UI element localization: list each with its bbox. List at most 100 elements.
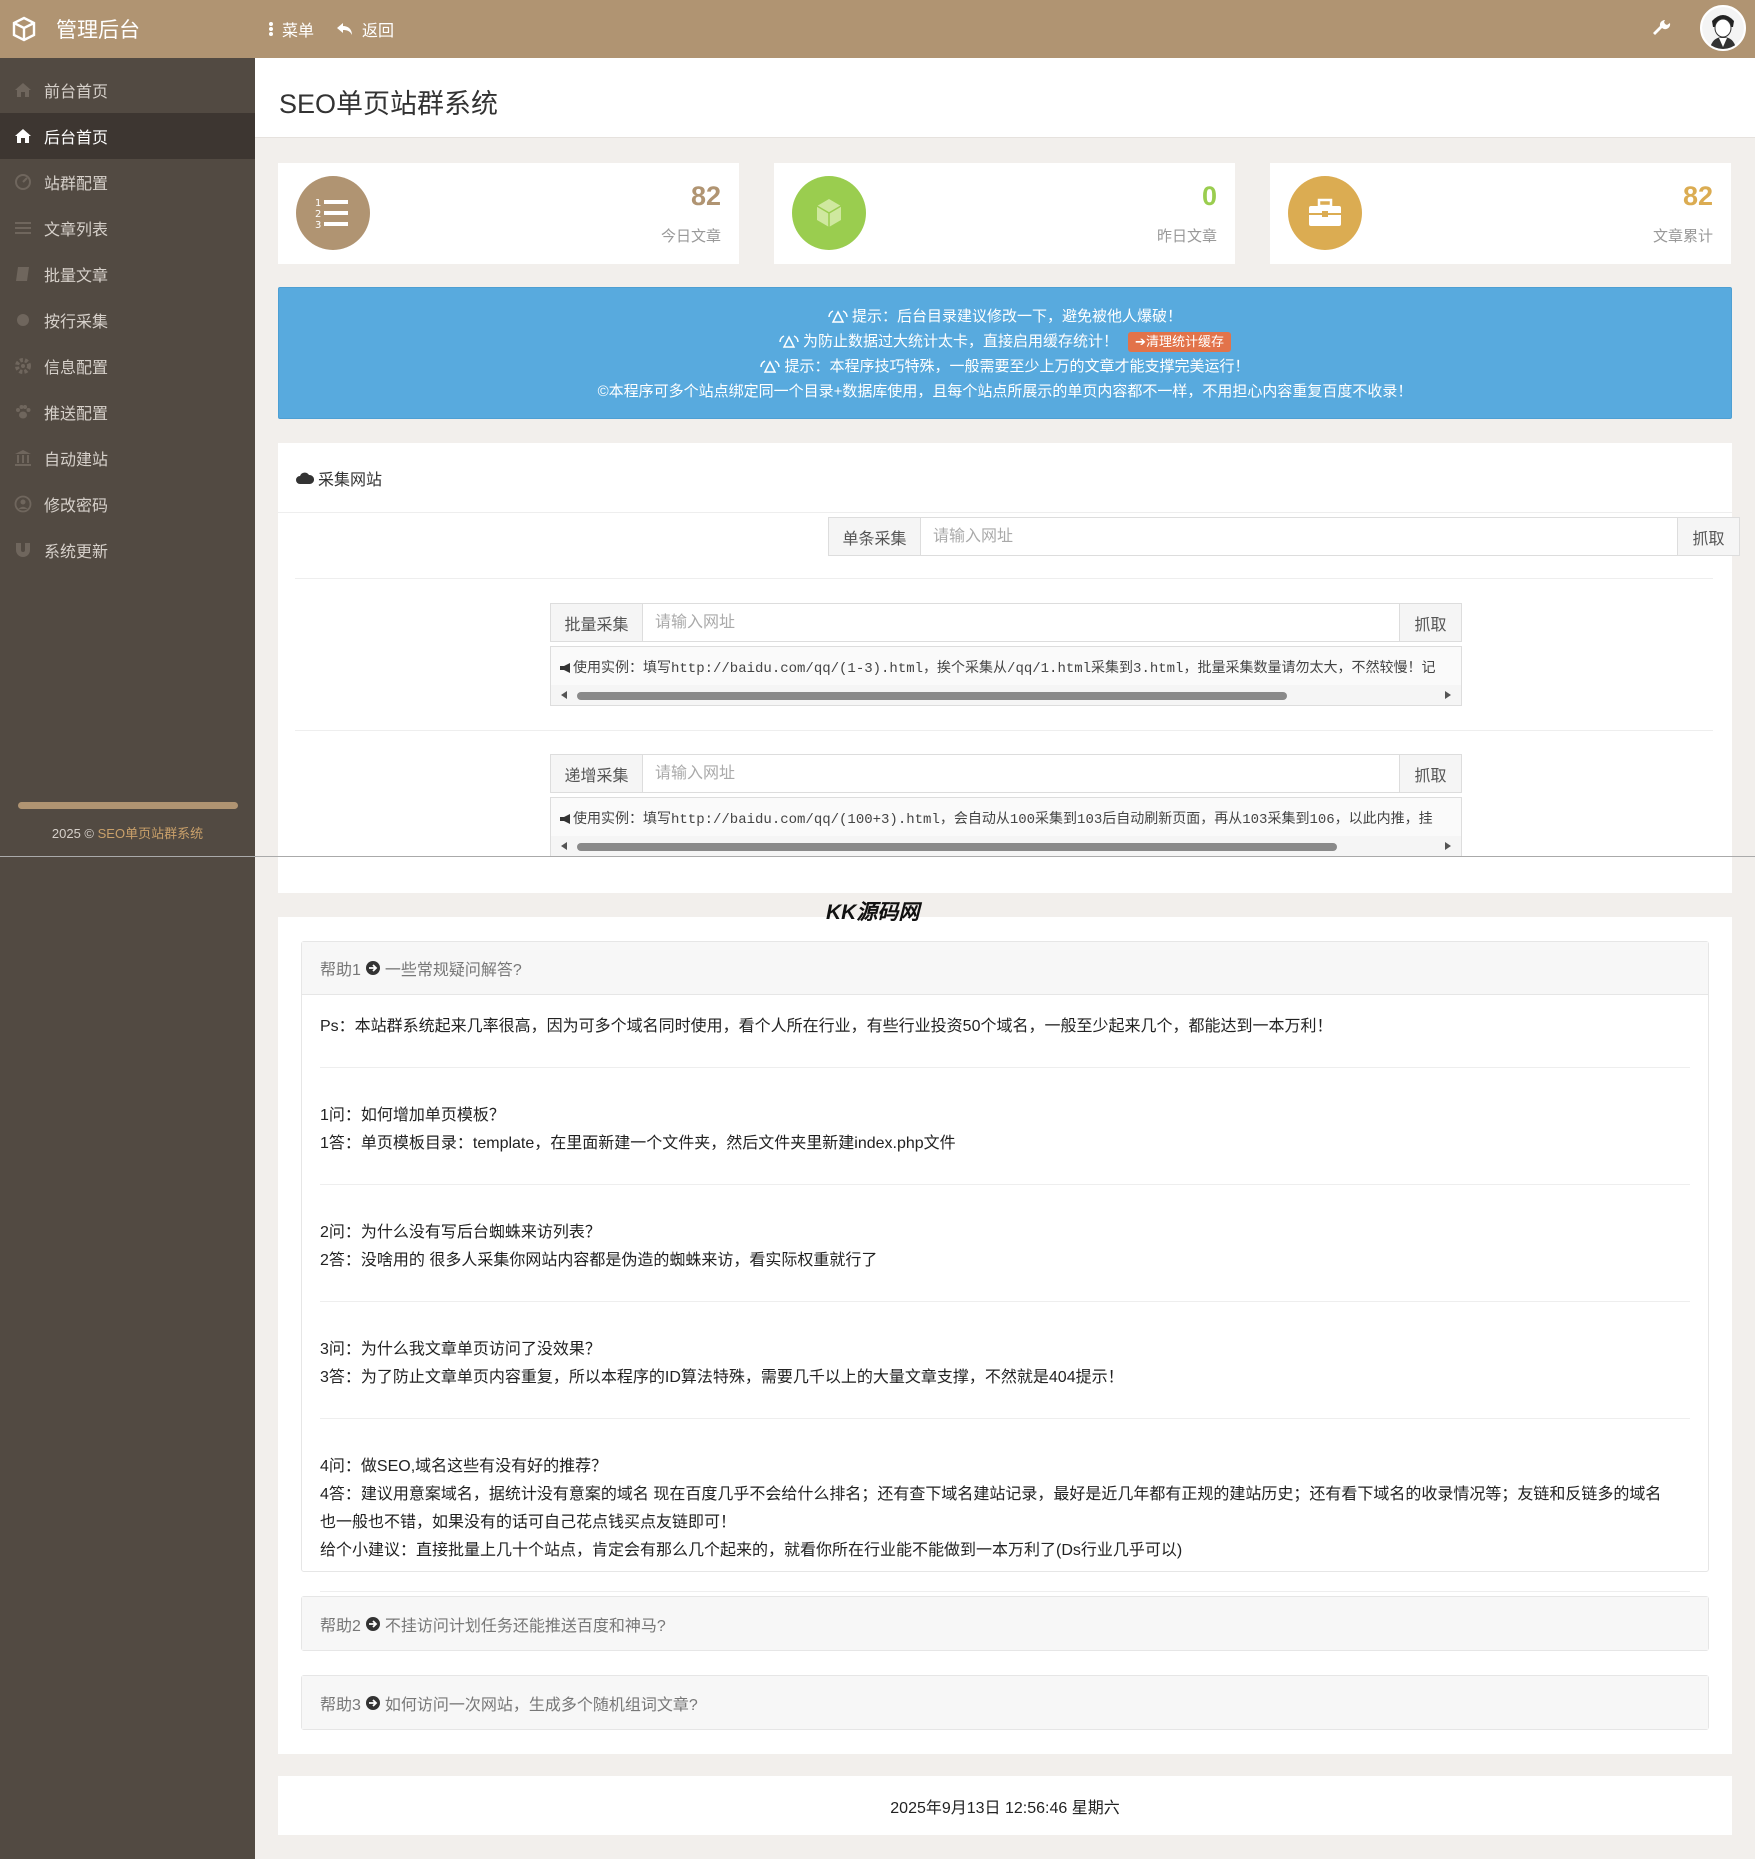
sidebar-item-label: 后台首页 — [44, 130, 109, 147]
sidebar-item-line-collect[interactable]: 按行采集 — [0, 297, 255, 343]
help-2-prefix: 帮助2 — [320, 1617, 361, 1635]
incremental-example-text: 使用实例：填写http://baidu.com/qq/(100+3).html，… — [573, 812, 1433, 828]
sidebar-item-label: 系统更新 — [44, 544, 109, 561]
help-1-header[interactable]: 帮助1 一些常规疑问解答? — [302, 942, 1708, 995]
warning-icon — [779, 334, 799, 350]
scrollbar-thumb[interactable] — [577, 692, 1287, 700]
menu-toggle-button[interactable]: 菜单 — [268, 17, 314, 41]
brand-title: 管理后台 — [56, 19, 140, 42]
help-accordion-1: 帮助1 一些常规疑问解答? Ps：本站群系统起来几率很高，因为可多个域名同时使用… — [301, 941, 1709, 1592]
book-icon — [14, 265, 32, 283]
stat-label: 今日文章 — [660, 228, 721, 245]
page-header: SEO单页站群系统 — [255, 58, 1755, 138]
single-collect-label: 单条采集 — [829, 518, 921, 555]
incremental-collect-url-input[interactable] — [643, 755, 1399, 792]
sidebar-item-label: 修改密码 — [44, 498, 109, 515]
notice-line-4: ©本程序可多个站点绑定同一个目录+数据库使用，且每个站点所展示的单页内容都不一样… — [597, 383, 1413, 400]
menu-label: 菜单 — [282, 23, 315, 40]
help-2-title: 不挂访问计划任务还能推送百度和神马? — [384, 1617, 666, 1635]
sidebar-item-info-config[interactable]: 信息配置 — [0, 343, 255, 389]
avatar[interactable] — [1700, 5, 1746, 51]
sidebar-item-label: 文章列表 — [44, 222, 109, 239]
back-button[interactable]: 返回 — [336, 17, 394, 41]
divider — [295, 730, 1713, 731]
sidebar-item-label: 信息配置 — [44, 360, 109, 377]
qa-block: 3问：为什么我文章单页访问了没效果？ 3答：为了防止文章单页内容重复，所以本程序… — [320, 1336, 1690, 1419]
scrollbar-thumb[interactable] — [577, 843, 1337, 851]
single-collect-group: 单条采集 抓取 — [828, 517, 1740, 556]
qa-block: 1问：如何增加单页模板？ 1答：单页模板目录：template，在里面新建一个文… — [320, 1102, 1690, 1185]
help-2-header[interactable]: 帮助2 不挂访问计划任务还能推送百度和神马? — [302, 1597, 1708, 1650]
help-1-body: Ps：本站群系统起来几率很高，因为可多个域名同时使用，看个人所在行业，有些行业投… — [302, 995, 1708, 1592]
notice-line-1: 提示：后台目录建议修改一下，避免被他人爆破！ — [851, 308, 1182, 325]
horizontal-scrollbar[interactable] — [551, 685, 1461, 705]
scroll-right-icon[interactable] — [1443, 690, 1453, 700]
stat-value: 82 — [690, 181, 721, 211]
qa-question: 1问：如何增加单页模板？ — [320, 1107, 505, 1124]
sidebar-item-auto-build[interactable]: 自动建站 — [0, 435, 255, 481]
megaphone-icon — [559, 662, 573, 674]
stat-card-yesterday: 0 昨日文章 — [774, 163, 1235, 264]
paw-icon — [14, 403, 32, 421]
scroll-right-icon[interactable] — [1443, 841, 1453, 851]
stat-value: 0 — [1201, 181, 1217, 211]
brand[interactable]: 管理后台 — [10, 0, 140, 58]
notice-alert: 提示：后台目录建议修改一下，避免被他人爆破！ 为防止数据过大统计太卡，直接启用缓… — [278, 287, 1732, 419]
sidebar-item-article-list[interactable]: 文章列表 — [0, 205, 255, 251]
user-circle-icon — [14, 495, 32, 513]
menu-dots-icon — [268, 21, 274, 37]
stat-label: 文章累计 — [1652, 228, 1713, 245]
sidebar-item-admin-home[interactable]: 后台首页 — [0, 113, 255, 159]
stat-card-total: 82 文章累计 — [1270, 163, 1731, 264]
svg-text:2: 2 — [315, 209, 321, 220]
cube-logo-icon — [10, 15, 38, 43]
qa-answer: 4答：建议用意案域名，据统计没有意案的域名 现在百度几乎不会给什么排名；还有查下… — [320, 1486, 1662, 1503]
sidebar-item-label: 前台首页 — [44, 84, 109, 101]
example-text: 使用实例：填写http://baidu.com/qq/(100+3).html，… — [559, 808, 1433, 828]
sidebar-item-label: 推送配置 — [44, 406, 109, 423]
sidebar-item-front-home[interactable]: 前台首页 — [0, 67, 255, 113]
sidebar-scrollbar[interactable] — [18, 802, 238, 809]
qa-question: 4问：做SEO,域名这些有没有好的推荐？ — [320, 1458, 608, 1475]
briefcase-icon — [1288, 176, 1362, 250]
sidebar-item-label: 按行采集 — [44, 314, 109, 331]
single-collect-fetch-button[interactable]: 抓取 — [1677, 518, 1739, 555]
batch-collect-fetch-button[interactable]: 抓取 — [1399, 604, 1461, 641]
svg-text:1: 1 — [315, 198, 321, 209]
batch-collect-url-input[interactable] — [643, 604, 1399, 641]
batch-collect-group: 批量采集 抓取 — [550, 603, 1462, 642]
qa-answer: 给个小建议：直接批量上几十个站点，肯定会有那么几个起来的，就看你所在行业能不能做… — [320, 1542, 1183, 1559]
horizontal-scrollbar[interactable] — [551, 836, 1461, 856]
qa-block: 4问：做SEO,域名这些有没有好的推荐？ 4答：建议用意案域名，据统计没有意案的… — [320, 1453, 1690, 1592]
copyright-link[interactable]: SEO单页站群系统 — [98, 826, 203, 841]
help-3-prefix: 帮助3 — [320, 1696, 361, 1714]
single-collect-url-input[interactable] — [921, 518, 1677, 555]
page-title: SEO单页站群系统 — [279, 89, 499, 119]
wrench-icon[interactable] — [1650, 17, 1674, 41]
qa-answer: 1答：单页模板目录：template，在里面新建一个文件夹，然后文件夹里新建in… — [320, 1135, 956, 1152]
sidebar-item-system-update[interactable]: 系统更新 — [0, 527, 255, 573]
scroll-left-icon[interactable] — [559, 690, 569, 700]
help-3-title: 如何访问一次网站，生成多个随机组词文章? — [384, 1696, 698, 1714]
collect-panel-header: 采集网站 — [278, 443, 1732, 513]
top-bar: 管理后台 菜单 返回 — [0, 0, 1755, 58]
warning-icon — [828, 309, 848, 325]
incremental-collect-label: 递增采集 — [551, 755, 643, 792]
sidebar-item-batch-articles[interactable]: 批量文章 — [0, 251, 255, 297]
qa-question: 3问：为什么我文章单页访问了没效果？ — [320, 1341, 601, 1358]
incremental-collect-group: 递增采集 抓取 — [550, 754, 1462, 793]
sidebar-item-site-config[interactable]: 站群配置 — [0, 159, 255, 205]
incremental-collect-fetch-button[interactable]: 抓取 — [1399, 755, 1461, 792]
sidebar-item-push-config[interactable]: 推送配置 — [0, 389, 255, 435]
clear-cache-button[interactable]: ➔清理统计缓存 — [1128, 331, 1231, 352]
scroll-left-icon[interactable] — [559, 841, 569, 851]
help-3-header[interactable]: 帮助3 如何访问一次网站，生成多个随机组词文章? — [302, 1676, 1708, 1729]
bank-icon — [14, 449, 32, 467]
help-1-title: 一些常规疑问解答? — [384, 962, 522, 979]
stat-card-today: 123 82 今日文章 — [278, 163, 739, 264]
sidebar-item-label: 站群配置 — [44, 176, 109, 193]
screenshot-seam — [0, 856, 1755, 857]
qa-answer: 3答：为了防止文章单页内容重复，所以本程序的ID算法特殊，需要几千以上的大量文章… — [320, 1369, 1124, 1386]
sidebar-item-change-password[interactable]: 修改密码 — [0, 481, 255, 527]
warning-icon — [760, 359, 781, 375]
